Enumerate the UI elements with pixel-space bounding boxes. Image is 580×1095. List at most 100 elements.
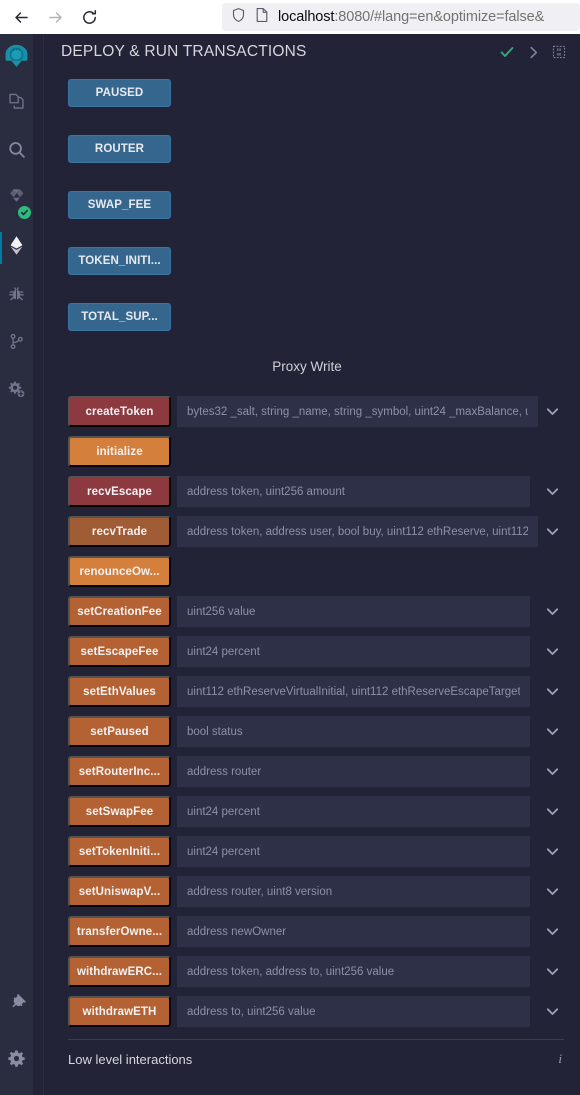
function-button-transferownership[interactable]: transferOwne...: [68, 916, 171, 947]
function-row-setethvalues: setEthValues: [68, 676, 564, 707]
chevron-down-icon[interactable]: [540, 796, 564, 827]
function-button-renounceownership[interactable]: renounceOw...: [68, 556, 171, 587]
panel-header: DEPLOY & RUN TRANSACTIONS E0 06: [44, 34, 580, 70]
function-button-withdrawerc20[interactable]: withdrawERC...: [68, 956, 171, 987]
remix-logo-icon: [1, 42, 32, 78]
function-input-recvtrade[interactable]: [177, 516, 538, 547]
check-badge: [18, 206, 31, 219]
function-row-transferownership: transferOwne...: [68, 916, 564, 947]
chevron-right-icon[interactable]: [520, 39, 546, 65]
function-button-setethvalues[interactable]: setEthValues: [68, 676, 171, 707]
proxy-write-functions: createToken initialize recvEscape: [68, 396, 564, 1027]
reload-button[interactable]: [74, 3, 104, 31]
function-button-setrouterincentive[interactable]: setRouterInc...: [68, 756, 171, 787]
function-input-withdraweth[interactable]: [177, 996, 530, 1027]
function-button-withdraweth[interactable]: withdrawETH: [68, 996, 171, 1027]
chevron-down-icon[interactable]: [540, 836, 564, 867]
plugin-glyph-icon[interactable]: E0 06: [546, 39, 572, 65]
page-icon: [255, 7, 269, 28]
function-row-initialize: initialize: [68, 436, 564, 467]
function-button-settokeninitialsupply[interactable]: setTokenIniti...: [68, 836, 171, 867]
function-input-transferownership[interactable]: [177, 916, 530, 947]
low-level-interactions-label: Low level interactions: [68, 1051, 193, 1067]
constant-button-paused[interactable]: PAUSED: [68, 79, 171, 107]
chevron-down-icon[interactable]: [540, 636, 564, 667]
function-row-setrouterincentive: setRouterInc...: [68, 756, 564, 787]
constant-button-swap-fee[interactable]: SWAP_FEE: [68, 191, 171, 219]
git-branch-icon: [7, 332, 26, 356]
chevron-down-icon[interactable]: [540, 876, 564, 907]
chevron-down-icon[interactable]: [540, 396, 564, 427]
function-input-setethvalues[interactable]: [177, 676, 530, 707]
chevron-down-icon[interactable]: [540, 756, 564, 787]
function-input-setswapfee[interactable]: [177, 796, 530, 827]
chevron-down-icon[interactable]: [540, 596, 564, 627]
function-row-withdrawerc20: withdrawERC...: [68, 956, 564, 987]
check-icon[interactable]: [494, 39, 520, 65]
search-icon: [7, 140, 27, 165]
function-row-setswapfee: setSwapFee: [68, 796, 564, 827]
chevron-down-icon[interactable]: [540, 956, 564, 987]
address-bar[interactable]: localhost:8080/#lang=en&optimize=false&: [222, 3, 580, 31]
function-button-initialize[interactable]: initialize: [68, 436, 171, 467]
page-title: DEPLOY & RUN TRANSACTIONS: [61, 43, 307, 60]
sidebar-item-debugger[interactable]: [0, 272, 33, 320]
function-button-createtoken[interactable]: createToken: [68, 396, 171, 427]
ethereum-icon: [5, 234, 28, 262]
section-label-proxy-write: Proxy Write: [272, 359, 342, 374]
low-level-interactions: Low level interactions i: [68, 1039, 564, 1067]
forward-button[interactable]: [40, 3, 70, 31]
function-input-setuniswapversion[interactable]: [177, 876, 530, 907]
constant-button-total-supply[interactable]: TOTAL_SUP...: [68, 303, 171, 331]
chevron-down-icon[interactable]: [540, 476, 564, 507]
sidebar-item-solidity-compiler[interactable]: [0, 176, 33, 224]
svg-text:E0: E0: [557, 49, 562, 53]
function-button-setescapefee[interactable]: setEscapeFee: [68, 636, 171, 667]
function-input-setcreationfee[interactable]: [177, 596, 530, 627]
function-row-withdraweth: withdrawETH: [68, 996, 564, 1027]
sidebar-item-plugin-manager[interactable]: [0, 979, 33, 1027]
sidebar-item-file-explorer[interactable]: [0, 80, 33, 128]
function-row-setescapefee: setEscapeFee: [68, 636, 564, 667]
sidebar-item-deploy-run-transactions[interactable]: [0, 224, 33, 272]
back-button[interactable]: [6, 3, 36, 31]
deploy-run-panel: DEPLOY & RUN TRANSACTIONS E0 06 PAUSED R…: [44, 34, 580, 1095]
sidebar-item-plugin-settings[interactable]: [0, 368, 33, 416]
function-input-withdrawerc20[interactable]: [177, 956, 530, 987]
function-row-createtoken: createToken: [68, 396, 564, 427]
function-button-setswapfee[interactable]: setSwapFee: [68, 796, 171, 827]
function-row-setcreationfee: setCreationFee: [68, 596, 564, 627]
files-icon: [7, 92, 26, 116]
function-button-setuniswapversion[interactable]: setUniswapV...: [68, 876, 171, 907]
chevron-down-icon[interactable]: [540, 676, 564, 707]
function-row-setpaused: setPaused: [68, 716, 564, 747]
function-input-setescapefee[interactable]: [177, 636, 530, 667]
info-icon[interactable]: i: [558, 1051, 564, 1067]
chevron-down-icon[interactable]: [540, 716, 564, 747]
function-row-settokeninitialsupply: setTokenIniti...: [68, 836, 564, 867]
constant-button-router[interactable]: ROUTER: [68, 135, 171, 163]
shield-icon: [231, 7, 246, 28]
sidebar-item-git[interactable]: [0, 320, 33, 368]
sidebar-item-settings[interactable]: [0, 1037, 33, 1085]
function-input-setpaused[interactable]: [177, 716, 530, 747]
chevron-down-icon[interactable]: [540, 916, 564, 947]
function-input-setrouterincentive[interactable]: [177, 756, 530, 787]
arrow-right-icon: [47, 9, 64, 26]
function-button-recvtrade[interactable]: recvTrade: [68, 516, 171, 547]
function-button-recvescape[interactable]: recvEscape: [68, 476, 171, 507]
chevron-down-icon[interactable]: [540, 996, 564, 1027]
function-input-settokeninitialsupply[interactable]: [177, 836, 530, 867]
remix-logo[interactable]: [0, 40, 33, 80]
chevron-down-icon[interactable]: [540, 516, 564, 547]
browser-toolbar: localhost:8080/#lang=en&optimize=false&: [0, 0, 580, 34]
constant-button-token-initial[interactable]: TOKEN_INITI...: [68, 247, 171, 275]
sidebar-item-search[interactable]: [0, 128, 33, 176]
function-row-renounceownership: renounceOw...: [68, 556, 564, 587]
function-input-recvescape[interactable]: [177, 476, 530, 507]
browser-nav-buttons: [0, 3, 104, 31]
function-button-setpaused[interactable]: setPaused: [68, 716, 171, 747]
function-input-createtoken[interactable]: [177, 396, 538, 427]
reload-icon: [81, 9, 98, 26]
function-button-setcreationfee[interactable]: setCreationFee: [68, 596, 171, 627]
